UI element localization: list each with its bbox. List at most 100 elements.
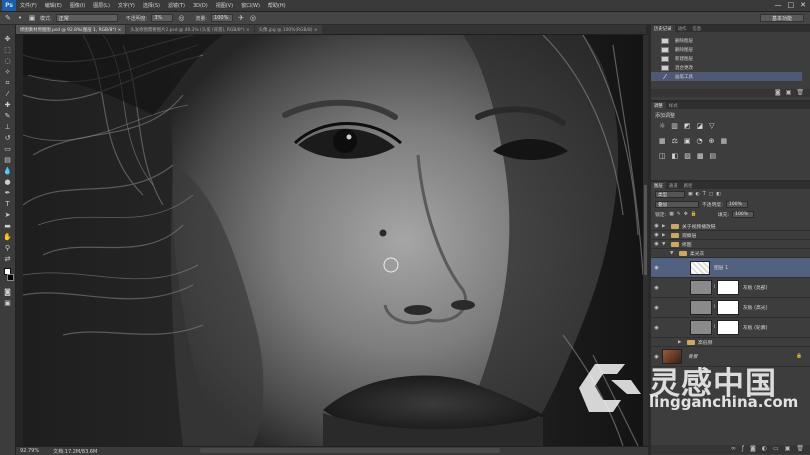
menu-layer[interactable]: 图层(L) [89,2,114,9]
filter-pixel-icon[interactable]: ▣ [688,192,693,197]
layer-group[interactable]: ◉ ▶ 观察层 [651,231,810,240]
hue-saturation-icon[interactable]: ▦ [659,137,666,145]
tab-actions[interactable]: 动作 [675,25,690,32]
history-item[interactable]: 混合更改 [651,63,802,72]
lock-pixels-icon[interactable]: ✎ [677,212,681,217]
filter-shape-icon[interactable]: ▢ [709,192,714,197]
marquee-tool-icon[interactable]: ⬚ [2,46,14,54]
workspace-select[interactable]: 基本功能 [760,14,804,22]
invert-icon[interactable]: ◫ [659,152,666,160]
filter-smart-icon[interactable]: ◧ [716,192,721,197]
fx-icon[interactable]: ƒ [742,445,744,454]
history-item[interactable]: 新建图层 [651,54,802,63]
mode-select[interactable]: 正常 [55,14,118,22]
dodge-tool-icon[interactable]: ● [2,178,14,186]
channel-mixer-icon[interactable]: ⊕ [709,137,715,145]
trash-icon[interactable]: 🗑 [796,445,804,454]
add-mask-icon[interactable]: ◙ [750,445,756,454]
photo-filter-icon[interactable]: ◔ [697,137,703,145]
healing-tool-icon[interactable]: ✚ [2,101,14,109]
minimize-button[interactable]: — [775,1,782,9]
eye-icon[interactable]: ◉ [651,241,662,247]
collapse-arrow-icon[interactable]: ▼ [662,242,668,247]
maximize-button[interactable]: □ [788,1,795,9]
gradient-tool-icon[interactable]: ▤ [2,156,14,164]
brush-tool-icon[interactable]: ✎ [2,112,14,120]
image-canvas[interactable] [23,35,643,446]
layer-row[interactable]: ◉ ⁞ 灰板 (亮部) [651,278,810,298]
brush-panel-icon[interactable]: ▣ [28,14,36,22]
selective-color-icon[interactable]: ▤ [710,152,717,160]
history-item-selected[interactable]: ⁄ 画笔工具 [651,72,802,81]
new-adjustment-icon[interactable]: ◐ [762,445,767,454]
collapse-arrow-icon[interactable]: ▼ [670,251,676,256]
layer-row-selected[interactable]: ◉ 图层 1 [651,258,810,278]
expand-arrow-icon[interactable]: ▶ [662,233,668,238]
new-group-icon[interactable]: ▭ [773,445,779,454]
menu-image[interactable]: 图像(I) [66,2,89,9]
blur-tool-icon[interactable]: 💧 [2,167,14,175]
layer-group[interactable]: ▶ 高低频 [651,338,810,347]
swap-colors-icon[interactable]: ⇄ [2,255,14,263]
move-tool-icon[interactable]: ✥ [2,35,14,43]
levels-icon[interactable]: ▥ [671,122,678,130]
pen-tool-icon[interactable]: ✒ [2,189,14,197]
history-item[interactable]: 删除图层 [651,36,802,45]
background-layer-row[interactable]: ◉ 背景 🔒 [651,347,810,367]
color-balance-icon[interactable]: ⚖ [672,137,678,145]
tab-paths[interactable]: 路径 [681,182,696,189]
lasso-tool-icon[interactable]: ◌ [2,57,14,65]
eyedropper-tool-icon[interactable]: ⁄ [2,90,14,98]
brush-size-icon[interactable]: • [16,14,24,22]
clone-stamp-tool-icon[interactable]: ⊥ [2,123,14,131]
new-document-icon[interactable]: ◙ [775,89,781,97]
close-button[interactable]: ✕ [800,1,806,9]
quick-select-tool-icon[interactable]: ✧ [2,68,14,76]
posterize-icon[interactable]: ◧ [672,152,679,160]
filter-type-icon[interactable]: T [703,192,706,197]
opacity-input[interactable]: 3% [151,14,174,22]
blend-mode-select[interactable]: 叠加 [655,201,699,208]
history-brush-tool-icon[interactable]: ↺ [2,134,14,142]
threshold-icon[interactable]: ▨ [684,152,691,160]
crop-tool-icon[interactable]: ⌗ [2,79,14,87]
tab-layers[interactable]: 图层 [651,182,666,189]
trash-icon[interactable]: 🗑 [796,89,804,97]
layer-fill-input[interactable]: 100% [732,211,755,218]
tab-info[interactable]: 信息 [689,25,704,32]
pressure-opacity-icon[interactable]: ◎ [177,14,185,22]
tab-styles[interactable]: 样式 [666,102,681,109]
airbrush-icon[interactable]: ✈ [237,14,245,22]
lock-all-icon[interactable]: 🔒 [691,212,697,217]
lock-position-icon[interactable]: ✥ [684,212,688,217]
link-layers-icon[interactable]: ∞ [731,445,736,454]
layer-group[interactable]: ◉ ▶ 关于视频播放链 [651,222,810,231]
layer-group[interactable]: ▼ 柔光灰 [651,249,810,258]
menu-window[interactable]: 窗口(W) [237,2,264,9]
scroll-thumb[interactable] [644,185,647,275]
menu-edit[interactable]: 编辑(E) [41,2,66,9]
brightness-icon[interactable]: ☼ [659,122,665,130]
menu-view[interactable]: 视图(V) [212,2,237,9]
history-item[interactable]: 删除图层 [651,45,802,54]
camera-snapshot-icon[interactable]: ▣ [786,89,792,97]
filter-adjust-icon[interactable]: ◐ [696,192,700,197]
expand-arrow-icon[interactable]: ▶ [662,224,668,229]
black-white-icon[interactable]: ▣ [684,137,691,145]
doc-tab-active[interactable]: 修图素材原图图.psd @ 92.8%(图层 1, RGB/8*) × [16,25,126,34]
eye-icon[interactable]: ◉ [651,354,662,360]
shape-tool-icon[interactable]: ▬ [2,222,14,230]
background-color-swatch[interactable] [6,274,14,281]
zoom-tool-icon[interactable]: ⚲ [2,244,14,252]
pressure-size-icon[interactable]: ◎ [249,14,257,22]
doc-tab[interactable]: 头发修图需要图片2.psd @ 40.3% (头发 (背景), RGB/8*) … [126,25,254,34]
tab-history[interactable]: 历史记录 [651,25,675,32]
doc-tab[interactable]: 头像.jpg @ 100%(RGB/8) × [254,25,322,34]
screen-mode-icon[interactable]: ▣ [2,299,14,307]
eraser-tool-icon[interactable]: ▭ [2,145,14,153]
curves-icon[interactable]: ◩ [684,122,691,130]
flow-input[interactable]: 100% [211,14,234,22]
eye-icon[interactable]: ◉ [651,285,662,291]
layer-kind-select[interactable]: 类型 [655,191,685,198]
tab-channels[interactable]: 通道 [666,182,681,189]
